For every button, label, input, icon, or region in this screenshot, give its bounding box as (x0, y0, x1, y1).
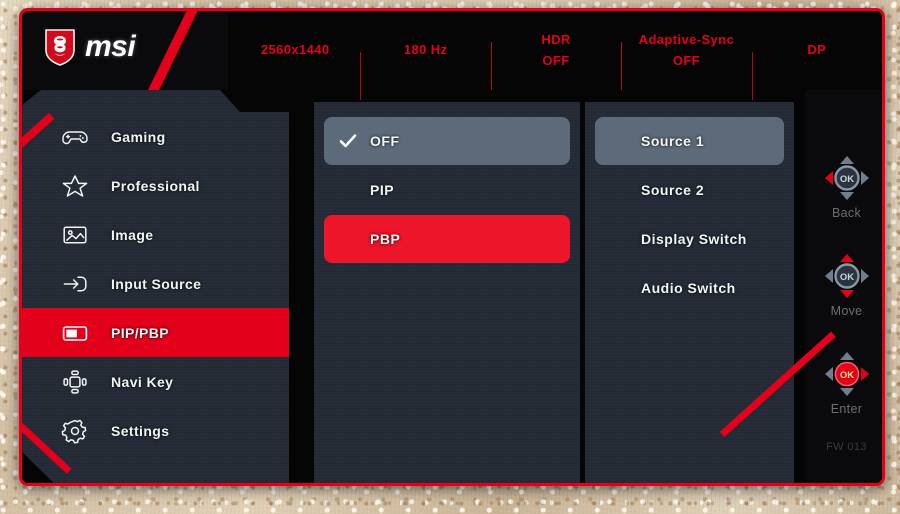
option-source-2[interactable]: Source 2 (595, 166, 784, 214)
svg-text:OK: OK (839, 174, 853, 185)
osd-header: msi 2560x1440 180 Hz HDR OFF Adaptive-Sy… (22, 11, 882, 101)
sidebar-item-navi-key[interactable]: Navi Key (22, 357, 289, 406)
navi-hint-label: Back (832, 206, 861, 220)
option-display-switch[interactable]: Display Switch (595, 215, 784, 263)
navi-hint-label: Move (830, 304, 863, 318)
pip-pbp-mode-column: OFF PIP PBP (314, 102, 580, 483)
sidebar-item-label: Image (111, 226, 154, 243)
option-label: OFF (370, 133, 400, 149)
option-off[interactable]: OFF (324, 117, 570, 165)
svg-text:OK: OK (839, 272, 853, 283)
msi-dragon-shield-icon (44, 28, 76, 66)
status-hdr: HDR OFF (490, 30, 621, 91)
navi-hint-enter: OK Enter (805, 348, 882, 416)
navi-key-icon (61, 368, 89, 396)
sidebar-item-gaming[interactable]: Gaming (22, 112, 289, 161)
picture-icon (61, 221, 89, 249)
star-icon (61, 172, 89, 200)
option-source-1[interactable]: Source 1 (595, 117, 784, 165)
brand-logo-zone: msi (22, 11, 228, 98)
status-adaptive-sync: Adaptive-Sync OFF (621, 30, 751, 91)
option-audio-switch[interactable]: Audio Switch (595, 264, 784, 312)
svg-text:OK: OK (839, 370, 853, 381)
status-refresh-rate: 180 Hz (360, 40, 490, 101)
option-pip[interactable]: PIP (324, 166, 570, 214)
brand-name: msi (85, 30, 136, 63)
option-pbp[interactable]: PBP (324, 215, 570, 263)
gamepad-icon (61, 123, 89, 151)
sidebar-item-professional[interactable]: Professional (22, 161, 289, 210)
navi-key-hint-panel: OK Back OK Move OK Enter FW 013 (805, 90, 882, 483)
status-resolution: 2560x1440 (260, 42, 330, 58)
sidebar-item-label: PIP/PBP (111, 324, 170, 341)
header-red-diagonal (146, 11, 200, 98)
navi-hint-move: OK Move (805, 250, 882, 318)
status-bar: 2560x1440 180 Hz HDR OFF Adaptive-Sync O… (230, 11, 882, 101)
navi-wheel-back-icon: OK (821, 152, 873, 204)
option-label: Source 1 (641, 133, 705, 149)
navi-wheel-move-icon: OK (821, 250, 873, 302)
sidebar-item-label: Navi Key (111, 373, 174, 390)
status-input-port: DP (751, 40, 882, 101)
sidebar-item-label: Input Source (111, 275, 202, 292)
option-label: PIP (370, 182, 395, 198)
sidebar-item-label: Gaming (111, 128, 166, 145)
sidebar-item-label: Professional (111, 177, 200, 194)
gear-icon (61, 417, 89, 445)
osd-panel: msi 2560x1440 180 Hz HDR OFF Adaptive-Sy… (19, 8, 885, 486)
sidebar-item-input-source[interactable]: Input Source (22, 259, 289, 308)
option-label: Audio Switch (641, 280, 736, 296)
option-label: Display Switch (641, 231, 747, 247)
option-label: PBP (370, 231, 401, 247)
sidebar-item-label: Settings (111, 422, 170, 439)
pip-pbp-submenu-column: Source 1 Source 2 Display Switch Audio S… (585, 102, 794, 483)
input-arrow-icon (61, 270, 89, 298)
firmware-version: FW 013 (826, 441, 867, 453)
navi-hint-back: OK Back (805, 152, 882, 220)
sidebar-item-pip-pbp[interactable]: PIP/PBP (22, 308, 289, 357)
sidebar-item-image[interactable]: Image (22, 210, 289, 259)
sidebar: Gaming Professional Image Input Source P… (22, 90, 289, 483)
navi-wheel-enter-icon: OK (821, 348, 873, 400)
option-label: Source 2 (641, 182, 705, 198)
checkmark-icon (338, 131, 358, 151)
sidebar-item-settings[interactable]: Settings (22, 406, 289, 455)
navi-hint-label: Enter (830, 402, 863, 416)
pip-pbp-icon (61, 319, 89, 347)
